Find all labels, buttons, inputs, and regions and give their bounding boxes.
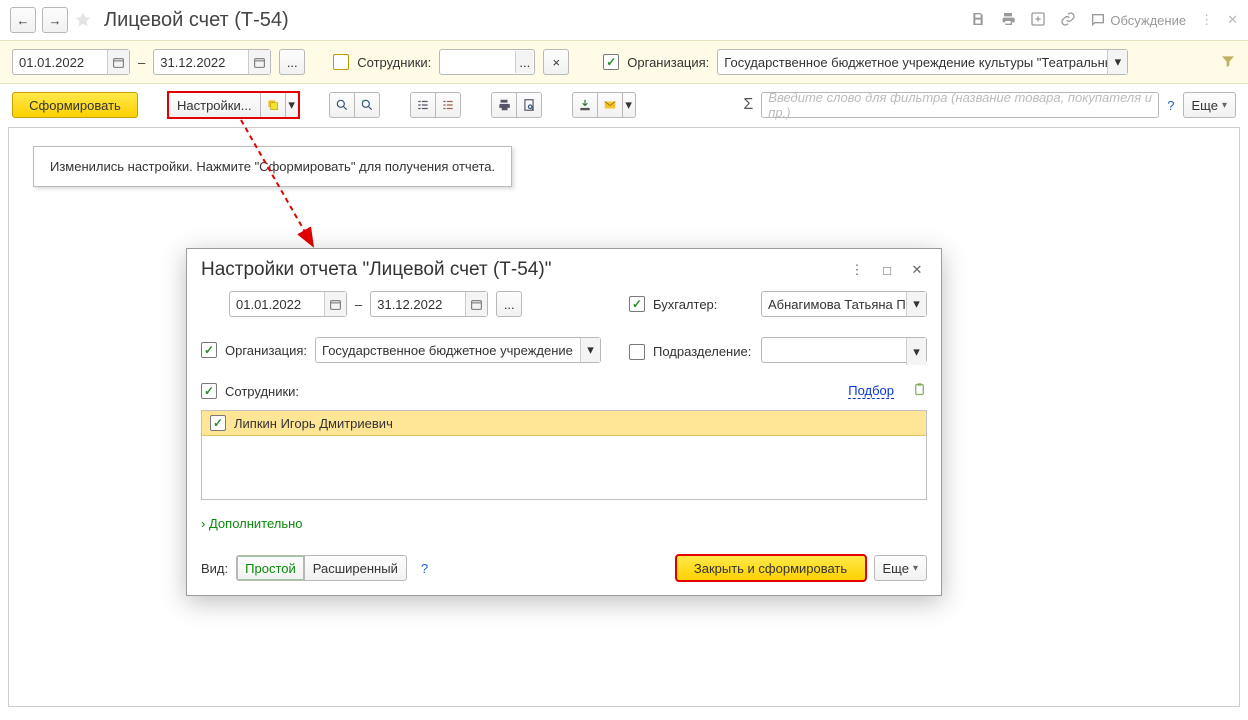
more-button[interactable]: Еще bbox=[1183, 92, 1236, 118]
email-button[interactable] bbox=[597, 92, 623, 118]
employees-label: Сотрудники: bbox=[357, 55, 431, 70]
dlg-date-to-field[interactable]: 31.12.2022 bbox=[370, 291, 488, 317]
collapse-groups-button[interactable] bbox=[410, 92, 436, 118]
caret-down-icon[interactable]: ▾ bbox=[1107, 50, 1127, 74]
dlg-dep-checkbox[interactable] bbox=[629, 344, 645, 360]
dlg-org-checkbox[interactable] bbox=[201, 342, 217, 358]
dlg-dep-value[interactable] bbox=[761, 337, 927, 363]
settings-dialog: Настройки отчета "Лицевой счет (Т-54)" ⋮… bbox=[186, 248, 942, 596]
employee-row-checkbox[interactable] bbox=[210, 415, 226, 431]
settings-button-group: Настройки... ▾ bbox=[168, 92, 299, 118]
employee-row[interactable]: Липкин Игорь Дмитриевич bbox=[202, 411, 926, 436]
header-actions: Обсуждение ⋮ ✕ bbox=[970, 11, 1238, 30]
chevron-right-icon: › bbox=[201, 516, 205, 531]
close-and-form-button[interactable]: Закрыть и сформировать bbox=[676, 555, 866, 581]
date-to-field[interactable]: 31.12.2022 bbox=[153, 49, 271, 75]
report-filter-icon[interactable] bbox=[1220, 53, 1236, 72]
calendar-icon[interactable] bbox=[324, 292, 346, 316]
filter-row: 01.01.2022 – 31.12.2022 ... Сотрудники: … bbox=[0, 40, 1248, 84]
dlg-org-value[interactable]: Государственное бюджетное учреждение bbox=[315, 337, 601, 363]
quick-filter-input[interactable]: Введите слово для фильтра (название това… bbox=[761, 92, 1159, 118]
dlg-dep-field[interactable]: ▾ bbox=[761, 337, 927, 366]
dlg-acc-value[interactable]: Абнагимова Татьяна Пет bbox=[761, 291, 927, 317]
expand-more-link[interactable]: › Дополнительно bbox=[201, 516, 303, 531]
dlg-acc-field[interactable]: Абнагимова Татьяна Пет ▾ bbox=[761, 291, 927, 317]
help-icon[interactable]: ? bbox=[421, 561, 428, 576]
dlg-emp-label: Сотрудники: bbox=[225, 384, 299, 399]
info-message: Изменились настройки. Нажмите "Сформиров… bbox=[33, 146, 512, 187]
nav-back-button[interactable]: ← bbox=[10, 7, 36, 33]
sigma-icon[interactable]: Σ bbox=[743, 96, 753, 114]
calendar-icon[interactable] bbox=[107, 50, 129, 74]
star-icon[interactable] bbox=[74, 11, 92, 29]
dlg-dep-label: Подразделение: bbox=[653, 344, 753, 359]
save-icon[interactable] bbox=[970, 11, 986, 30]
caret-down-icon[interactable]: ▾ bbox=[906, 292, 926, 316]
titlebar: ← → Лицевой счет (Т-54) Обсуждение ⋮ ✕ bbox=[0, 0, 1248, 40]
toolbar: Сформировать Настройки... ▾ ▾ Σ Введите … bbox=[0, 84, 1248, 127]
maximize-icon[interactable]: □ bbox=[877, 260, 897, 280]
expand-more-label: Дополнительно bbox=[209, 516, 303, 531]
date-dash: – bbox=[138, 55, 145, 70]
pick-link[interactable]: Подбор bbox=[848, 383, 894, 399]
dlg-date-from-field[interactable]: 01.01.2022 bbox=[229, 291, 347, 317]
dlg-acc-checkbox[interactable] bbox=[629, 296, 645, 312]
kebab-icon[interactable]: ⋮ bbox=[847, 260, 867, 280]
paste-icon[interactable] bbox=[912, 382, 927, 400]
find-button[interactable] bbox=[329, 92, 355, 118]
date-dash: – bbox=[355, 297, 362, 312]
form-button[interactable]: Сформировать bbox=[12, 92, 138, 118]
dlg-org-label: Организация: bbox=[225, 343, 307, 358]
dlg-emp-checkbox[interactable] bbox=[201, 383, 217, 399]
org-label: Организация: bbox=[627, 55, 709, 70]
calendar-icon[interactable] bbox=[248, 50, 270, 74]
discuss-label: Обсуждение bbox=[1110, 13, 1186, 28]
calendar-icon[interactable] bbox=[465, 292, 487, 316]
caret-down-icon[interactable]: ▾ bbox=[906, 338, 926, 365]
employees-field[interactable]: ... bbox=[439, 49, 535, 75]
save-to-file-button[interactable] bbox=[572, 92, 598, 118]
org-checkbox[interactable] bbox=[603, 54, 619, 70]
preview-button[interactable] bbox=[516, 92, 542, 118]
export-icon[interactable] bbox=[1030, 11, 1046, 30]
print-icon[interactable] bbox=[1000, 11, 1016, 30]
nav-forward-button[interactable]: → bbox=[42, 7, 68, 33]
dlg-acc-label: Бухгалтер: bbox=[653, 297, 753, 312]
dialog-header: Настройки отчета "Лицевой счет (Т-54)" ⋮… bbox=[187, 249, 941, 287]
employee-name: Липкин Игорь Дмитриевич bbox=[234, 416, 393, 431]
dialog-title: Настройки отчета "Лицевой счет (Т-54)" bbox=[201, 259, 837, 281]
close-icon[interactable]: ✕ bbox=[907, 260, 927, 280]
view-simple-button[interactable]: Простой bbox=[236, 555, 305, 581]
email-caret-button[interactable]: ▾ bbox=[622, 92, 636, 118]
discuss-icon[interactable]: Обсуждение bbox=[1090, 12, 1186, 28]
view-toggle: Простой Расширенный bbox=[236, 555, 407, 581]
view-label: Вид: bbox=[201, 561, 228, 576]
print-button[interactable] bbox=[491, 92, 517, 118]
dialog-footer: Вид: Простой Расширенный ? Закрыть и сфо… bbox=[187, 547, 941, 595]
help-icon[interactable]: ? bbox=[1167, 98, 1174, 113]
employees-table[interactable]: Липкин Игорь Дмитриевич bbox=[201, 410, 927, 500]
dlg-date-ellipsis-button[interactable]: ... bbox=[496, 291, 522, 317]
date-ellipsis-button[interactable]: ... bbox=[279, 49, 305, 75]
refresh-button[interactable] bbox=[354, 92, 380, 118]
page-title: Лицевой счет (Т-54) bbox=[104, 9, 289, 32]
employees-checkbox[interactable] bbox=[333, 54, 349, 70]
org-field[interactable]: Государственное бюджетное учреждение кул… bbox=[717, 49, 1128, 75]
settings-caret-button[interactable]: ▾ bbox=[285, 92, 299, 118]
date-from-field[interactable]: 01.01.2022 bbox=[12, 49, 130, 75]
dlg-more-button[interactable]: Еще bbox=[874, 555, 927, 581]
kebab-icon[interactable]: ⋮ bbox=[1200, 12, 1213, 28]
dlg-org-field[interactable]: Государственное бюджетное учреждение ▾ bbox=[315, 337, 601, 363]
link-icon[interactable] bbox=[1060, 11, 1076, 30]
settings-variants-button[interactable] bbox=[260, 92, 286, 118]
ellipsis-icon[interactable]: ... bbox=[515, 51, 533, 73]
expand-groups-button[interactable] bbox=[435, 92, 461, 118]
org-value[interactable]: Государственное бюджетное учреждение кул… bbox=[717, 49, 1128, 75]
settings-button[interactable]: Настройки... bbox=[168, 92, 261, 118]
employees-clear-button[interactable]: × bbox=[543, 49, 569, 75]
caret-down-icon[interactable]: ▾ bbox=[580, 338, 600, 362]
close-icon[interactable]: ✕ bbox=[1227, 12, 1238, 28]
view-extended-button[interactable]: Расширенный bbox=[304, 555, 407, 581]
